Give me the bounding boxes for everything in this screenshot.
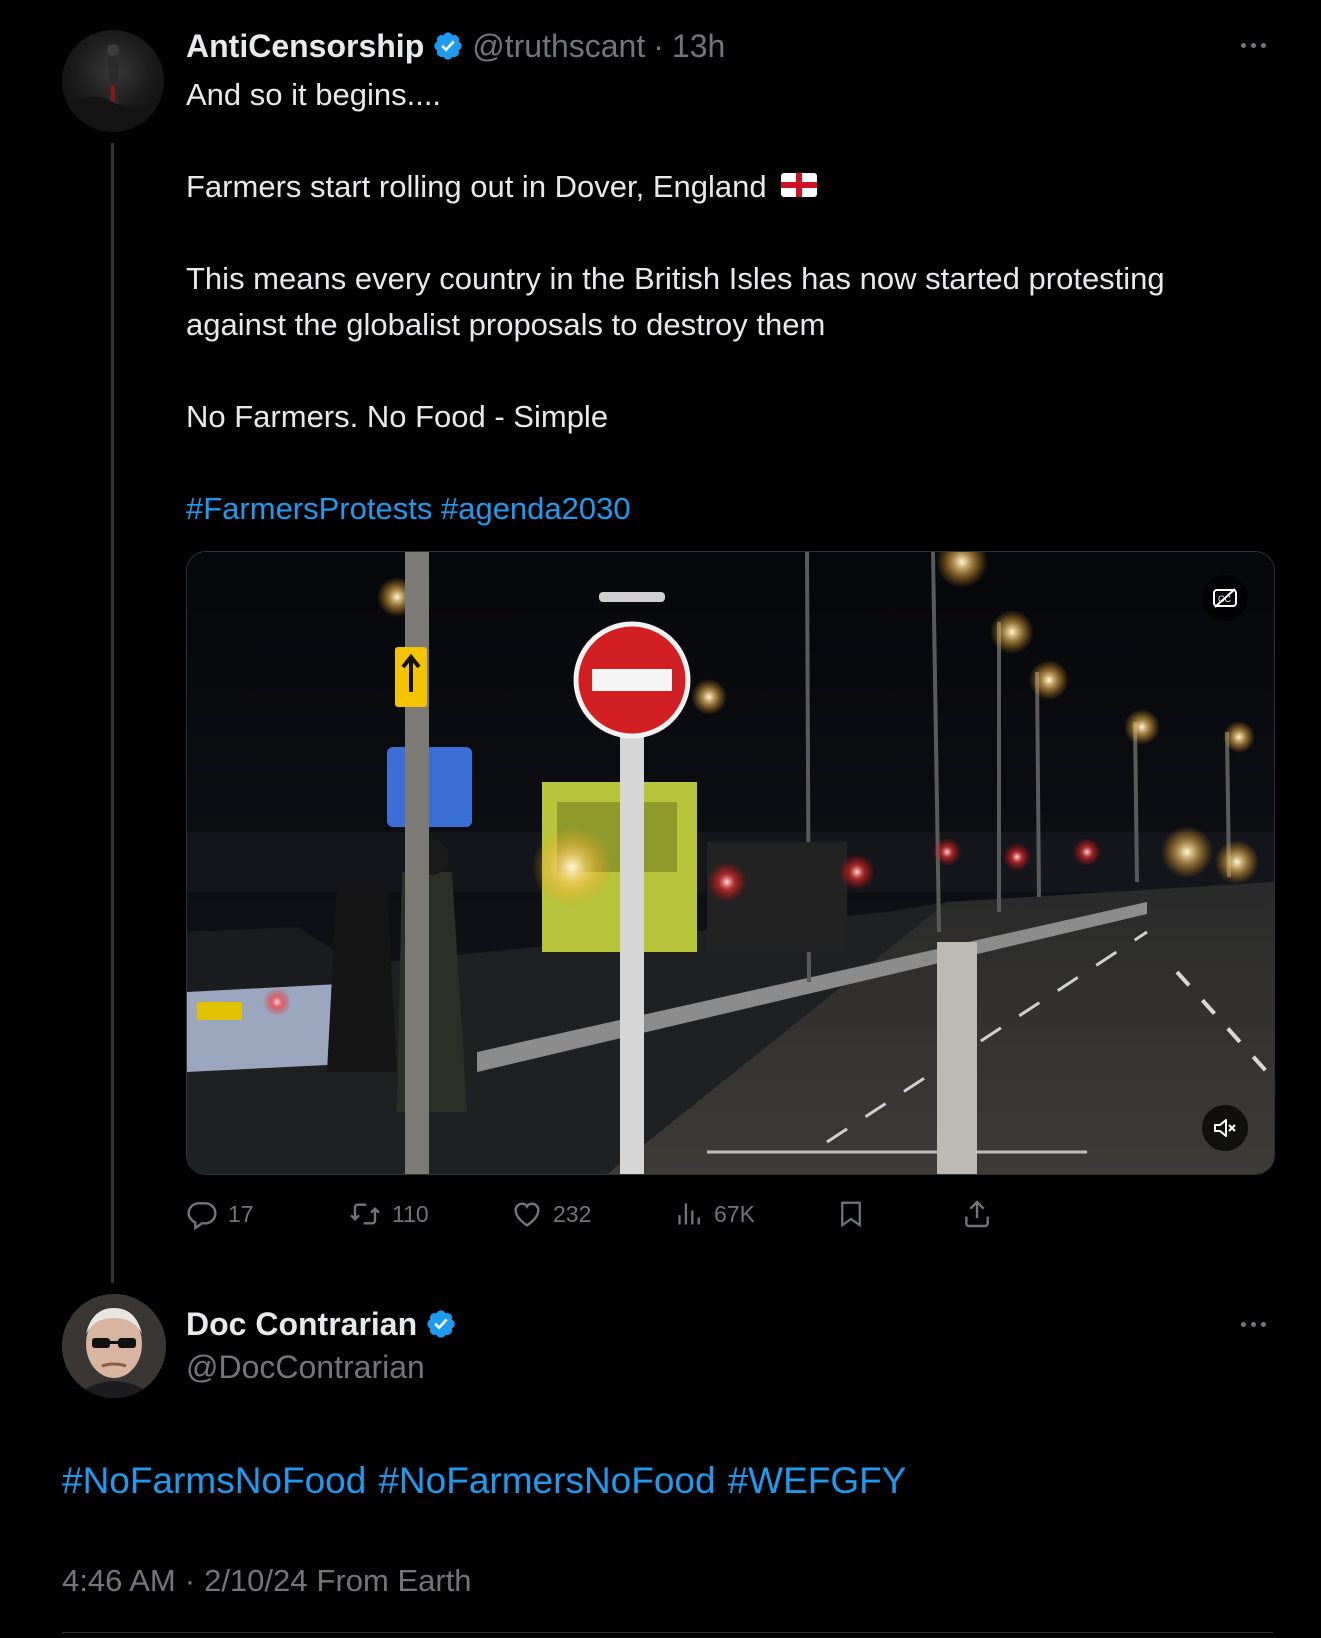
timestamp-date[interactable]: 2/10/24 bbox=[204, 1563, 307, 1599]
video-player[interactable]: CC bbox=[186, 551, 1275, 1175]
like-count: 232 bbox=[553, 1200, 592, 1227]
avatar-portrait-graphic bbox=[62, 1294, 166, 1398]
tweet1-text: And so it begins.... Farmers start rolli… bbox=[186, 72, 1276, 532]
author-handle[interactable]: @truthscant bbox=[472, 28, 645, 65]
like-icon bbox=[514, 1202, 540, 1227]
tweet-line-text: Farmers start rolling out in Dover, Engl… bbox=[186, 169, 767, 204]
tweet1-header: AntiCensorship @truthscant · 13h bbox=[186, 24, 725, 68]
captions-off-icon[interactable]: CC bbox=[1202, 575, 1248, 621]
reply-icon bbox=[187, 1202, 217, 1230]
repost-count: 110 bbox=[392, 1200, 429, 1227]
repost-button[interactable]: 110 bbox=[348, 1196, 429, 1232]
author-handle[interactable]: @DocContrarian bbox=[186, 1349, 425, 1386]
reply-count: 17 bbox=[228, 1200, 254, 1227]
tweet-line: And so it begins.... bbox=[186, 77, 442, 112]
tweet-line: No Farmers. No Food - Simple bbox=[186, 399, 609, 434]
verified-badge-icon bbox=[432, 30, 464, 62]
author-name[interactable]: Doc Contrarian bbox=[186, 1306, 417, 1343]
author-name[interactable]: AntiCensorship bbox=[186, 28, 424, 65]
views-button[interactable]: 67K bbox=[676, 1196, 755, 1232]
tweet2-meta: 4:46 AM · 2/10/24 From Earth bbox=[62, 1563, 472, 1599]
hashtag-link[interactable]: #NoFarmsNoFood bbox=[62, 1460, 366, 1502]
video-frame bbox=[187, 552, 1274, 1174]
header-separator: · bbox=[653, 27, 664, 64]
tweet2-hashtags: #NoFarmsNoFood #NoFarmersNoFood #WEFGFY bbox=[62, 1460, 906, 1502]
more-icon[interactable] bbox=[1241, 43, 1266, 48]
reply-button[interactable]: 17 bbox=[186, 1196, 254, 1232]
hashtag-link[interactable]: #agenda2030 bbox=[441, 491, 631, 526]
bottom-divider bbox=[62, 1632, 1273, 1633]
thread-line bbox=[111, 143, 114, 1283]
share-button[interactable] bbox=[961, 1196, 993, 1232]
tweet-line: Farmers start rolling out in Dover, Engl… bbox=[186, 164, 1276, 210]
repost-icon bbox=[350, 1203, 380, 1225]
tweet-source: From Earth bbox=[316, 1563, 472, 1598]
avatar-doccontrarian[interactable] bbox=[62, 1294, 166, 1398]
england-flag-icon bbox=[780, 164, 817, 210]
view-count: 67K bbox=[714, 1200, 755, 1227]
like-button[interactable]: 232 bbox=[511, 1196, 591, 1232]
hashtag-link[interactable]: #WEFGFY bbox=[728, 1460, 907, 1502]
share-icon bbox=[965, 1200, 989, 1228]
verified-badge-icon bbox=[425, 1308, 457, 1340]
tweet2-header: Doc Contrarian bbox=[186, 1302, 457, 1346]
hashtag-row: #FarmersProtests #agenda2030 bbox=[186, 486, 1276, 532]
more-icon[interactable] bbox=[1241, 1322, 1266, 1327]
views-icon bbox=[678, 1203, 700, 1225]
tweet-time[interactable]: 13h bbox=[672, 28, 725, 65]
avatar-figure-graphic bbox=[62, 44, 162, 132]
tweet-line: This means every country in the British … bbox=[186, 261, 1165, 296]
tweet-line: against the globalist proposals to destr… bbox=[186, 307, 826, 342]
avatar-anticensorship[interactable] bbox=[62, 30, 164, 132]
bookmark-button[interactable] bbox=[836, 1196, 866, 1232]
timestamp-time[interactable]: 4:46 AM bbox=[62, 1563, 176, 1599]
meta-separator: · bbox=[184, 1563, 196, 1598]
hashtag-link[interactable]: #NoFarmersNoFood bbox=[378, 1460, 715, 1502]
mute-icon[interactable] bbox=[1202, 1105, 1248, 1151]
hashtag-link[interactable]: #FarmersProtests bbox=[186, 491, 432, 526]
bookmark-icon bbox=[841, 1201, 861, 1228]
